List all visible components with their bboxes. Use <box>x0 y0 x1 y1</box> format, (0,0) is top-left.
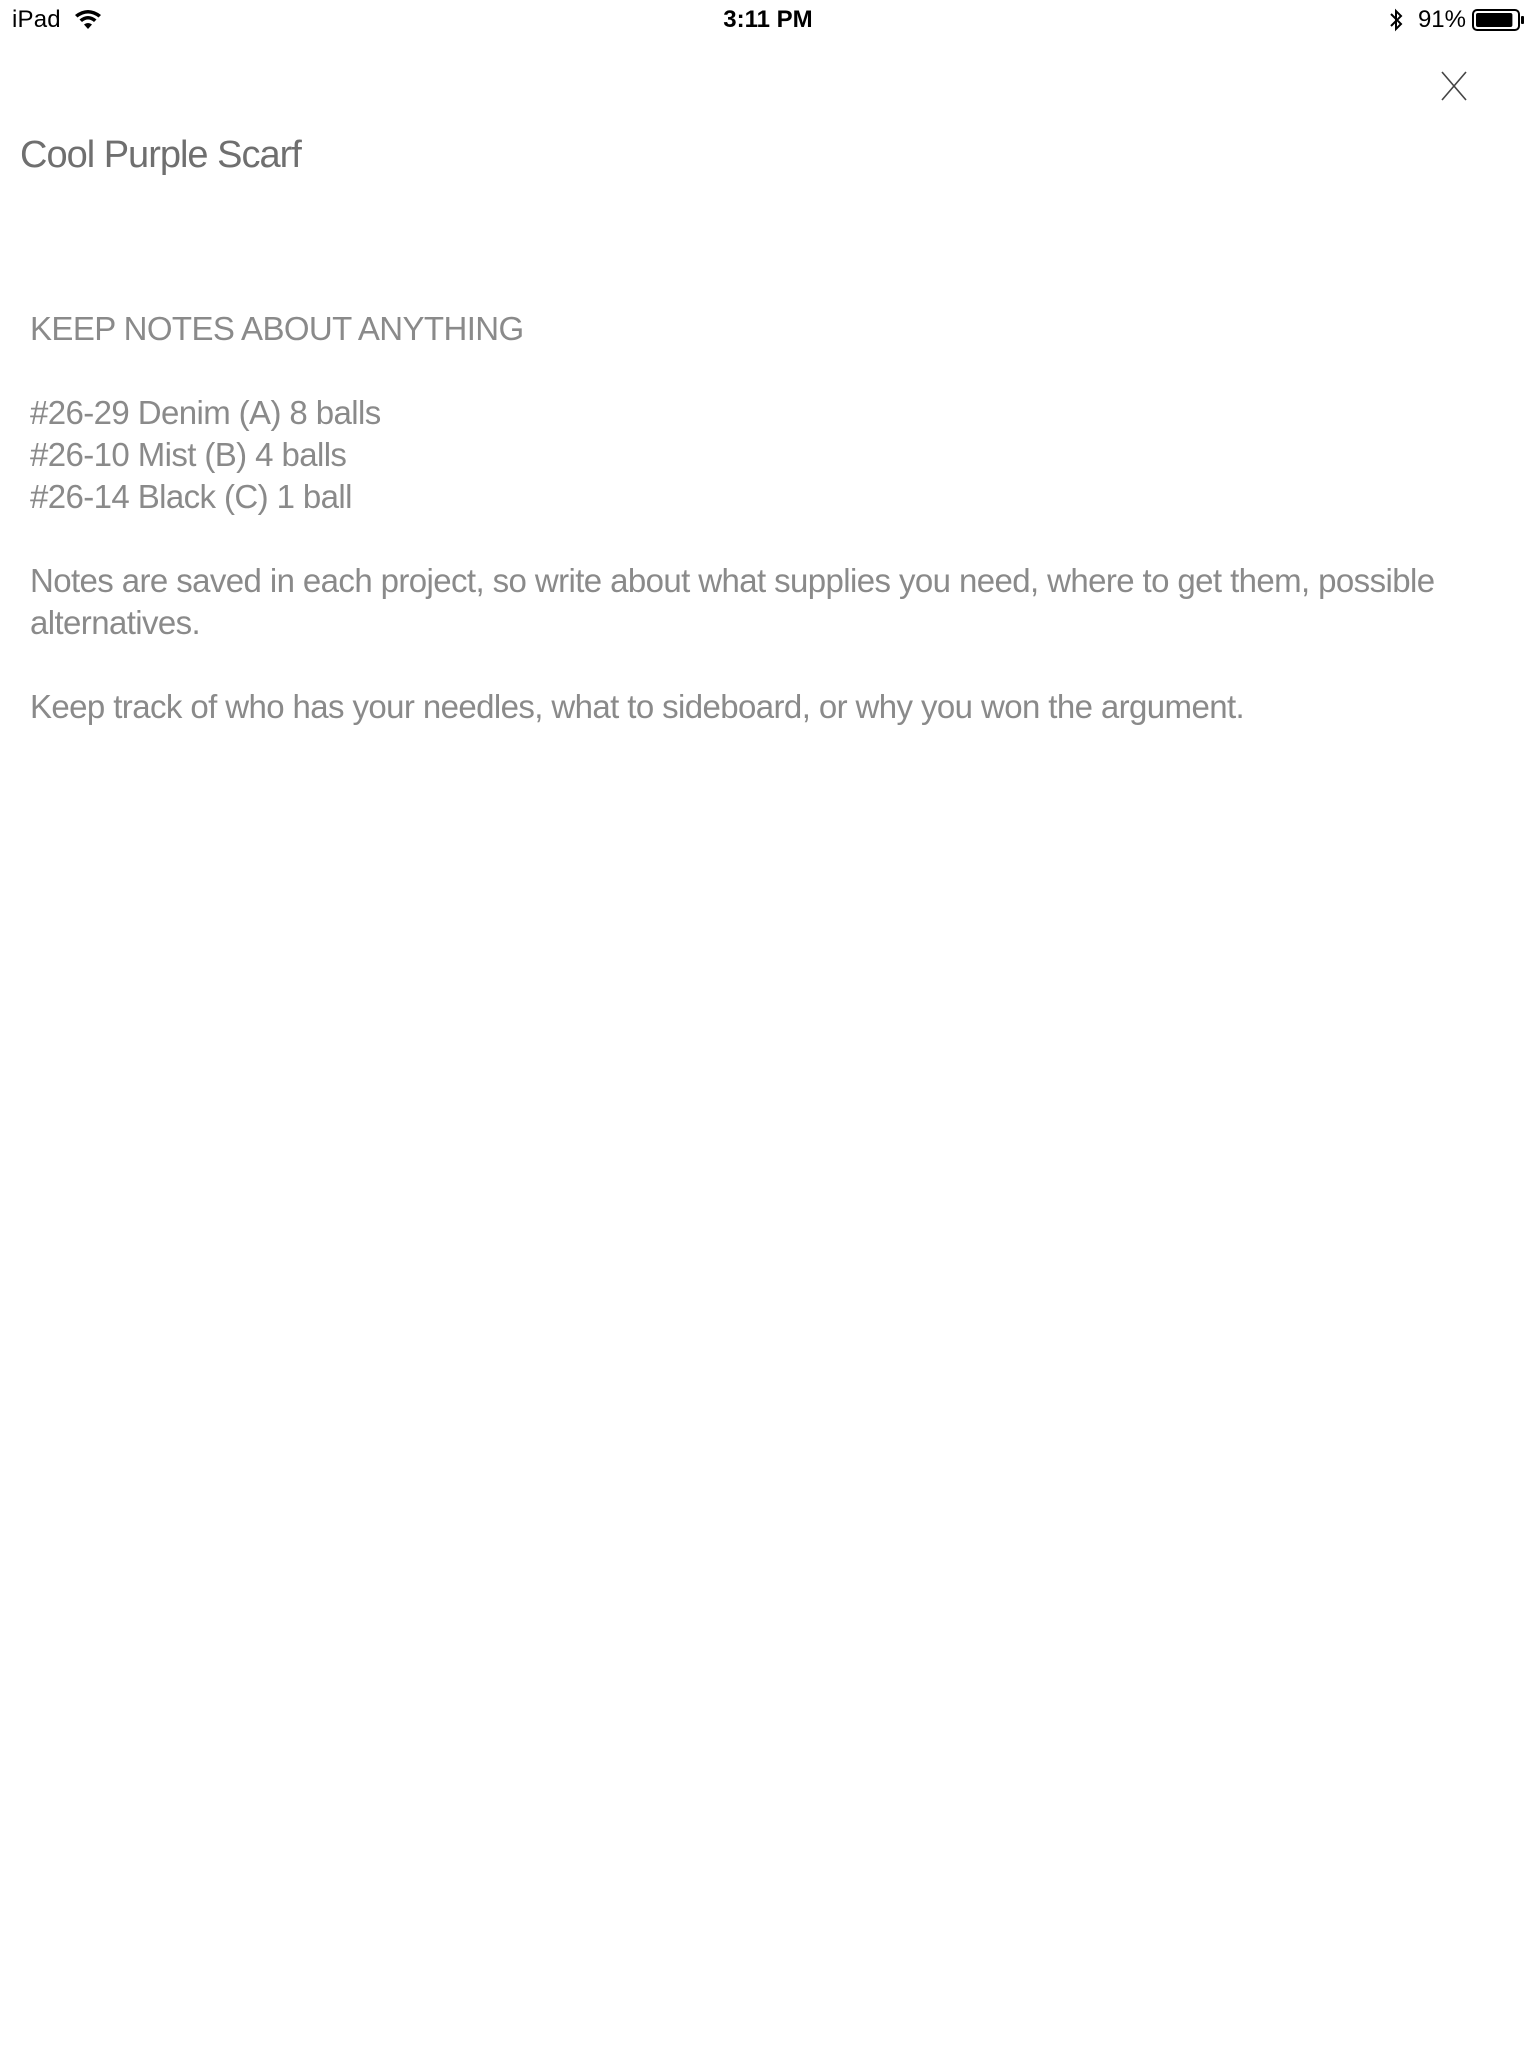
notes-paragraph: Keep track of who has your needles, what… <box>30 688 1245 725</box>
bluetooth-icon <box>1390 8 1403 32</box>
yarn-line: #26-29 Denim (A) 8 balls <box>30 394 381 431</box>
status-time: 3:11 PM <box>723 6 813 33</box>
close-icon[interactable] <box>1432 64 1476 108</box>
notes-text-area[interactable]: KEEP NOTES ABOUT ANYTHING #26-29 Denim (… <box>30 308 1510 2008</box>
yarn-line: #26-10 Mist (B) 4 balls <box>30 436 347 473</box>
yarn-line: #26-14 Black (C) 1 ball <box>30 478 352 515</box>
notes-paragraph: Notes are saved in each project, so writ… <box>30 562 1444 641</box>
status-bar: iPad 3:11 PM 91% <box>0 0 1536 40</box>
notes-gap <box>30 644 1510 686</box>
notes-gap <box>30 518 1510 560</box>
project-title: Cool Purple Scarf <box>20 134 302 176</box>
notes-gap <box>30 350 1510 392</box>
status-right: 91% <box>1388 4 1526 36</box>
battery-fill <box>1476 13 1513 27</box>
battery-icon <box>1472 9 1524 31</box>
battery-percentage: 91% <box>1417 6 1466 33</box>
notes-heading: KEEP NOTES ABOUT ANYTHING <box>30 310 524 347</box>
